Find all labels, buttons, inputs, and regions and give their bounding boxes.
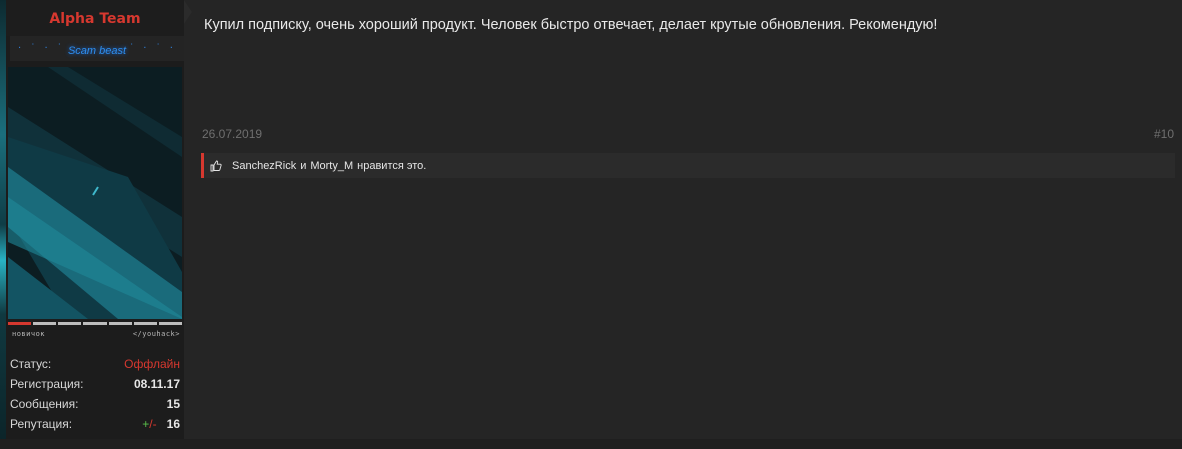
stat-label: Статус:: [10, 357, 52, 371]
sparkle-decoration-left: · ˙ · ˙: [18, 43, 65, 54]
stat-label: Репутация:: [10, 417, 73, 431]
reputation-value: 16: [166, 417, 180, 431]
rank-segment: [58, 322, 82, 325]
rank-labels: новичок </youhack>: [12, 330, 180, 342]
bottom-divider: [0, 439, 1182, 449]
liker-link[interactable]: Morty_M: [310, 160, 353, 172]
thumbs-up-icon: [210, 160, 222, 171]
stat-status: Статус: Оффлайн: [10, 354, 180, 374]
rank-segment: [83, 322, 107, 325]
stat-label: Сообщения:: [10, 397, 79, 411]
stat-reputation: Репутация: +/- 16: [10, 414, 180, 434]
rank-segment: [33, 322, 57, 325]
registration-value: 08.11.17: [133, 377, 180, 391]
rank-segment: [158, 322, 182, 325]
stat-messages: Сообщения: 15: [10, 394, 180, 414]
avatar[interactable]: [8, 67, 182, 319]
post-number[interactable]: #10: [1154, 127, 1174, 141]
reputation-vote[interactable]: +/-: [142, 417, 156, 431]
stat-label: Регистрация:: [10, 377, 84, 391]
user-panel: Alpha Team · ˙ · ˙ Scam beast ˙ · ˙ · но…: [6, 0, 184, 439]
post-message: Купил подписку, очень хороший продукт. Ч…: [204, 17, 938, 33]
rank-label-end: </youhack>: [132, 330, 180, 338]
stat-registration: Регистрация: 08.11.17: [10, 374, 180, 394]
avatar-image: [8, 67, 182, 319]
rank-segment: [8, 322, 32, 325]
sparkle-decoration-right: ˙ · ˙ ·: [129, 43, 176, 54]
user-title: · ˙ · ˙ Scam beast ˙ · ˙ ·: [10, 36, 184, 61]
post-page: Alpha Team · ˙ · ˙ Scam beast ˙ · ˙ · но…: [0, 0, 1182, 449]
user-title-text: Scam beast: [67, 45, 127, 57]
likes-conjunction: и: [300, 159, 307, 172]
messages-value[interactable]: 15: [167, 397, 180, 411]
message-pointer: [184, 0, 192, 24]
likes-summary: SanchezRick и Morty_M нравится это.: [201, 153, 1175, 178]
likes-suffix: нравится это.: [357, 159, 427, 172]
post-date[interactable]: 26.07.2019: [202, 127, 262, 141]
rank-segment: [108, 322, 132, 325]
username-link[interactable]: Alpha Team: [6, 0, 184, 36]
status-value: Оффлайн: [124, 357, 180, 371]
reputation-minus-button[interactable]: -: [153, 417, 157, 431]
rank-segment: [133, 322, 157, 325]
user-stats: Статус: Оффлайн Регистрация: 08.11.17 Со…: [10, 354, 180, 434]
liker-link[interactable]: SanchezRick: [232, 160, 296, 172]
reputation-controls: +/- 16: [142, 417, 180, 431]
rank-label-start: новичок: [12, 330, 46, 338]
rank-progress-bar: [8, 322, 182, 326]
